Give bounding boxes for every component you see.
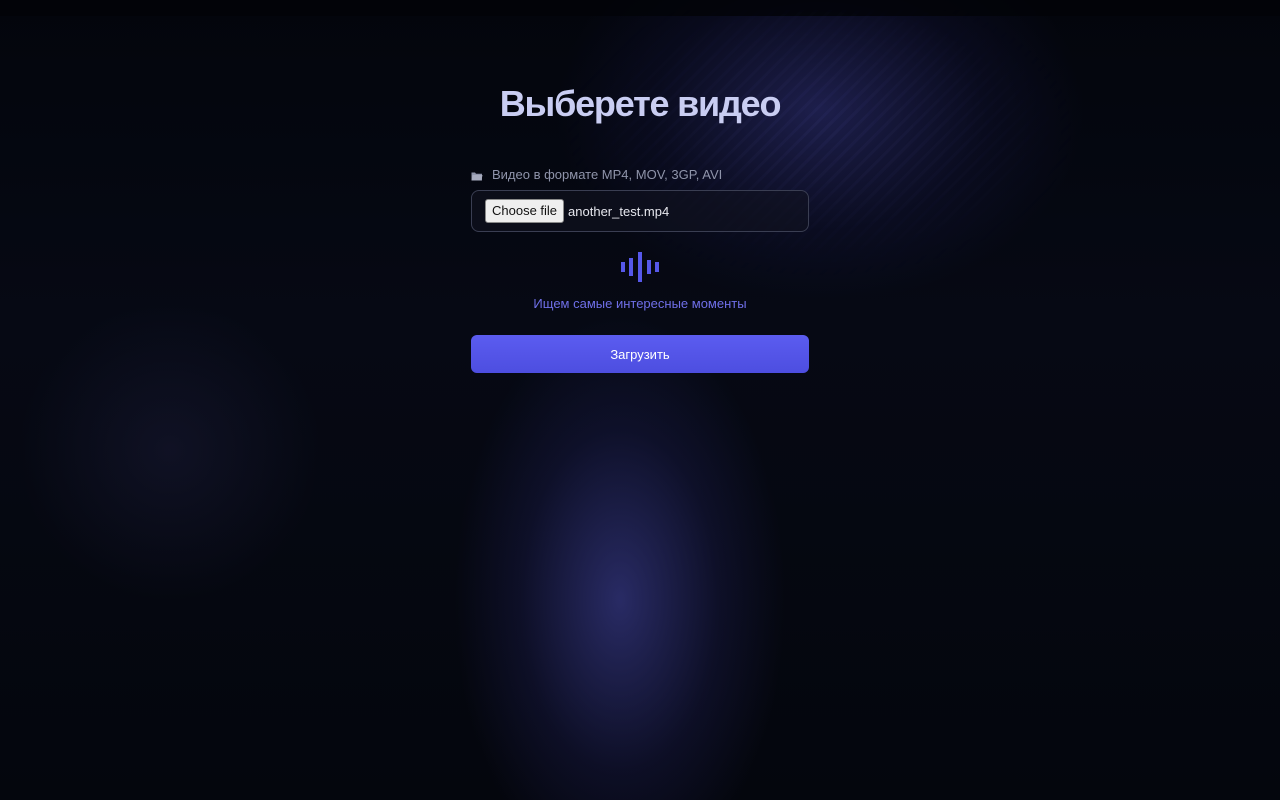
folder-icon bbox=[471, 169, 483, 181]
file-field-label-text: Видео в формате MP4, MOV, 3GP, AVI bbox=[492, 166, 723, 182]
file-input[interactable]: Choose file another_test.mp4 bbox=[471, 190, 809, 232]
file-field-label: Видео в формате MP4, MOV, 3GP, AVI bbox=[471, 165, 809, 183]
audio-wave-icon bbox=[621, 252, 659, 282]
page-title: Выберете видео bbox=[499, 83, 782, 124]
wave-bar-5 bbox=[655, 262, 659, 272]
selected-file-name: another_test.mp4 bbox=[568, 203, 670, 219]
wave-bar-3 bbox=[638, 252, 642, 282]
choose-file-button[interactable]: Choose file bbox=[485, 199, 565, 223]
upload-button[interactable]: Загрузить bbox=[471, 335, 809, 373]
upload-panel: Выберете видео Видео в формате MP4, MOV,… bbox=[471, 80, 809, 373]
wave-bar-4 bbox=[647, 260, 651, 274]
page-background: Выберете видео Видео в формате MP4, MOV,… bbox=[0, 0, 1280, 800]
wave-bar-2 bbox=[629, 258, 633, 276]
status-text: Ищем самые интересные моменты bbox=[533, 296, 747, 311]
wave-bar-1 bbox=[621, 262, 625, 272]
